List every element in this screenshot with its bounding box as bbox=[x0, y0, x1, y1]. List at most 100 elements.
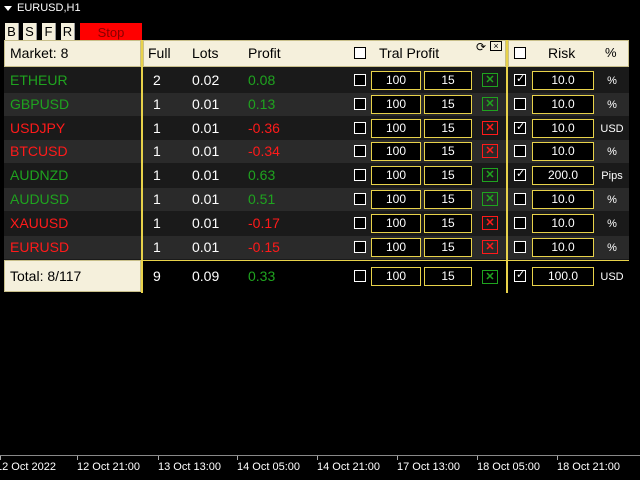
risk-unit[interactable]: Pips bbox=[596, 170, 628, 182]
refresh-icon[interactable]: ⟳ bbox=[476, 40, 486, 54]
total-tral-distance-input[interactable]: 100 bbox=[371, 267, 421, 286]
close-position-x-icon[interactable]: ✕ bbox=[482, 192, 498, 206]
tral-step-input[interactable]: 15 bbox=[424, 214, 472, 233]
risk-input[interactable]: 10.0 bbox=[532, 71, 594, 90]
symbol-label[interactable]: ETHEUR bbox=[10, 69, 68, 92]
close-position-x-icon[interactable]: ✕ bbox=[482, 240, 498, 254]
close-position-x-icon[interactable]: ✕ bbox=[482, 121, 498, 135]
risk-unit[interactable]: % bbox=[596, 99, 628, 111]
risk-unit[interactable]: % bbox=[596, 194, 628, 206]
symbol-label[interactable]: BTCUSD bbox=[10, 140, 68, 163]
total-risk-checkbox[interactable] bbox=[514, 268, 526, 282]
tral-distance-input[interactable]: 100 bbox=[371, 238, 421, 257]
mode-button-b[interactable]: B bbox=[5, 23, 19, 40]
tral-distance-input[interactable]: 100 bbox=[371, 190, 421, 209]
tral-checkbox[interactable] bbox=[354, 241, 366, 253]
tral-step-input[interactable]: 15 bbox=[424, 166, 472, 185]
lots-value: 0.01 bbox=[192, 96, 220, 112]
full-value: 1 bbox=[153, 191, 161, 207]
total-profit: 0.33 bbox=[248, 268, 276, 284]
total-tral-step-input[interactable]: 15 bbox=[424, 267, 472, 286]
lots-value: 0.01 bbox=[192, 215, 220, 231]
profit-value: 0.13 bbox=[248, 96, 276, 112]
symbol-label[interactable]: EURUSD bbox=[10, 236, 69, 259]
tral-step-input[interactable]: 15 bbox=[424, 238, 472, 257]
tral-step-input[interactable]: 15 bbox=[424, 190, 472, 209]
risk-checkbox[interactable] bbox=[514, 241, 526, 253]
risk-unit[interactable]: % bbox=[596, 242, 628, 254]
risk-input[interactable]: 10.0 bbox=[532, 95, 594, 114]
risk-checkbox[interactable] bbox=[514, 98, 526, 110]
close-position-x-icon[interactable]: ✕ bbox=[482, 97, 498, 111]
tral-step-input[interactable]: 15 bbox=[424, 142, 472, 161]
total-tral-checkbox[interactable] bbox=[354, 270, 366, 282]
risk-checkbox[interactable] bbox=[514, 72, 526, 86]
close-icon[interactable]: × bbox=[490, 41, 502, 51]
stop-button[interactable]: Stop bbox=[80, 23, 142, 40]
lots-value: 0.01 bbox=[192, 120, 220, 136]
risk-input[interactable]: 200.0 bbox=[532, 166, 594, 185]
full-value: 1 bbox=[153, 143, 161, 159]
time-tick bbox=[77, 456, 78, 460]
risk-header: Risk bbox=[548, 45, 576, 61]
tral-distance-input[interactable]: 100 bbox=[371, 95, 421, 114]
tral-distance-input[interactable]: 100 bbox=[371, 119, 421, 138]
tral-checkbox[interactable] bbox=[354, 145, 366, 157]
risk-unit[interactable]: % bbox=[596, 218, 628, 230]
tral-distance-input[interactable]: 100 bbox=[371, 214, 421, 233]
tral-checkbox[interactable] bbox=[354, 217, 366, 229]
profit-header: Profit bbox=[248, 45, 281, 61]
total-risk-input[interactable]: 100.0 bbox=[532, 267, 594, 286]
tral-step-input[interactable]: 15 bbox=[424, 71, 472, 90]
tral-distance-input[interactable]: 100 bbox=[371, 166, 421, 185]
full-header: Full bbox=[148, 45, 171, 61]
time-label: 17 Oct 13:00 bbox=[397, 461, 460, 473]
mode-button-s[interactable]: S bbox=[23, 23, 37, 40]
dropdown-triangle-icon[interactable] bbox=[4, 5, 12, 11]
tral-step-input[interactable]: 15 bbox=[424, 95, 472, 114]
mode-button-r[interactable]: R bbox=[61, 23, 75, 40]
risk-input[interactable]: 10.0 bbox=[532, 119, 594, 138]
tral-all-checkbox[interactable] bbox=[354, 47, 366, 59]
total-close-x-icon[interactable]: ✕ bbox=[482, 270, 498, 284]
risk-checkbox[interactable] bbox=[514, 193, 526, 205]
profit-value: 0.51 bbox=[248, 191, 276, 207]
risk-input[interactable]: 10.0 bbox=[532, 214, 594, 233]
risk-checkbox[interactable] bbox=[514, 217, 526, 229]
symbol-label[interactable]: AUDUSD bbox=[10, 188, 69, 211]
close-position-x-icon[interactable]: ✕ bbox=[482, 144, 498, 158]
risk-input[interactable]: 10.0 bbox=[532, 142, 594, 161]
lots-header: Lots bbox=[192, 45, 219, 61]
tral-profit-header: Tral Profit bbox=[379, 45, 440, 61]
close-position-x-icon[interactable]: ✕ bbox=[482, 168, 498, 182]
risk-unit[interactable]: % bbox=[596, 146, 628, 158]
risk-input[interactable]: 10.0 bbox=[532, 190, 594, 209]
risk-all-checkbox[interactable] bbox=[514, 47, 526, 59]
tral-checkbox[interactable] bbox=[354, 122, 366, 134]
market-count-label: Market: 8 bbox=[10, 45, 69, 61]
risk-unit[interactable]: USD bbox=[596, 123, 628, 135]
risk-checkbox[interactable] bbox=[514, 145, 526, 157]
profit-value: -0.36 bbox=[248, 120, 280, 136]
mode-button-f[interactable]: F bbox=[42, 23, 56, 40]
tral-distance-input[interactable]: 100 bbox=[371, 71, 421, 90]
symbol-label[interactable]: AUDNZD bbox=[10, 164, 68, 187]
tral-checkbox[interactable] bbox=[354, 193, 366, 205]
tral-checkbox[interactable] bbox=[354, 98, 366, 110]
symbol-label[interactable]: USDJPY bbox=[10, 117, 65, 140]
tral-step-input[interactable]: 15 bbox=[424, 119, 472, 138]
symbol-label[interactable]: XAUUSD bbox=[10, 212, 68, 235]
full-value: 1 bbox=[153, 120, 161, 136]
close-position-x-icon[interactable]: ✕ bbox=[482, 73, 498, 87]
tral-checkbox[interactable] bbox=[354, 169, 366, 181]
total-risk-unit[interactable]: USD bbox=[596, 271, 628, 283]
tral-distance-input[interactable]: 100 bbox=[371, 142, 421, 161]
full-value: 2 bbox=[153, 72, 161, 88]
risk-checkbox[interactable] bbox=[514, 167, 526, 181]
risk-checkbox[interactable] bbox=[514, 120, 526, 134]
close-position-x-icon[interactable]: ✕ bbox=[482, 216, 498, 230]
symbol-label[interactable]: GBPUSD bbox=[10, 93, 69, 116]
tral-checkbox[interactable] bbox=[354, 74, 366, 86]
risk-unit[interactable]: % bbox=[596, 75, 628, 87]
risk-input[interactable]: 10.0 bbox=[532, 238, 594, 257]
